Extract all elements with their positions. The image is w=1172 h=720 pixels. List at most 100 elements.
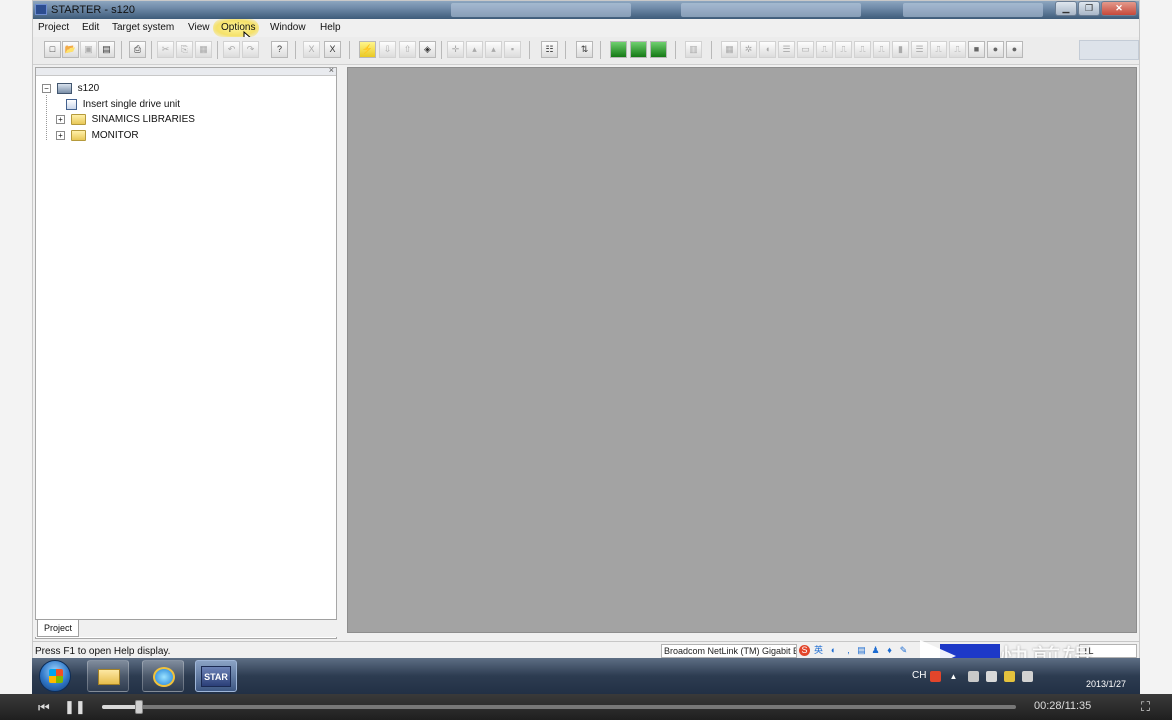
ime-tools-icon[interactable]: ✎: [898, 645, 909, 656]
taskbar-starter[interactable]: STAR: [195, 660, 237, 692]
stop2-icon[interactable]: ●: [1006, 41, 1023, 58]
folder-icon: [70, 130, 86, 141]
online-icon[interactable]: ◈: [419, 41, 436, 58]
seek-bar[interactable]: [102, 700, 1016, 714]
redo-icon[interactable]: ↷: [242, 41, 259, 58]
pause-icon[interactable]: ❚❚: [64, 699, 86, 715]
power-tray-icon[interactable]: [1004, 671, 1015, 682]
tool5-icon[interactable]: ▭: [797, 41, 814, 58]
save-icon[interactable]: ▣: [80, 41, 97, 58]
tray-date[interactable]: 2013/1/27: [1086, 679, 1126, 689]
menu-view[interactable]: View: [188, 22, 210, 33]
menu-target-system[interactable]: Target system: [112, 22, 174, 33]
menu-project[interactable]: Project: [38, 22, 69, 33]
copy-icon[interactable]: ⎘: [176, 41, 193, 58]
tool2-icon[interactable]: ✲: [740, 41, 757, 58]
collapse-icon[interactable]: −: [42, 84, 51, 93]
print-preview-icon[interactable]: ▥: [685, 41, 702, 58]
adjust-icon[interactable]: ⇅: [576, 41, 593, 58]
toolbar-extension-area: [1079, 40, 1139, 60]
tool13-icon[interactable]: ⎍: [949, 41, 966, 58]
network-tray-icon[interactable]: [986, 671, 997, 682]
tree-item-sinamics-libraries[interactable]: + SINAMICS LIBRARIES: [56, 114, 195, 129]
tool10-icon[interactable]: ▮: [892, 41, 909, 58]
x-sub-icon[interactable]: X: [324, 41, 341, 58]
close-icon[interactable]: ×: [329, 65, 334, 75]
seek-handle[interactable]: [134, 700, 143, 714]
tool3-icon[interactable]: ◖: [759, 41, 776, 58]
undo-icon[interactable]: ↶: [223, 41, 240, 58]
explorer-icon: [98, 669, 120, 685]
help-pointer-icon[interactable]: ?: [271, 41, 288, 58]
tree-item-monitor[interactable]: + MONITOR: [56, 130, 139, 145]
tool11-icon[interactable]: ☰: [911, 41, 928, 58]
tool1-icon[interactable]: ▦: [721, 41, 738, 58]
taskbar-explorer[interactable]: [87, 660, 129, 692]
fullscreen-icon[interactable]: ⛶: [1141, 699, 1150, 715]
sogou-tray-icon[interactable]: [930, 671, 941, 682]
navigator-header: ×: [36, 65, 336, 76]
panel-c-icon[interactable]: [650, 41, 667, 58]
menu-help[interactable]: Help: [320, 22, 341, 33]
tool12-icon[interactable]: ⎍: [930, 41, 947, 58]
ime-keyboard-icon[interactable]: ▤: [856, 645, 867, 656]
load-device-icon[interactable]: ▴: [466, 41, 483, 58]
ime-skin-icon[interactable]: ♦: [884, 645, 895, 656]
title-bar: STARTER - s120 ▁ ❐ ✕: [33, 1, 1139, 19]
panel-b-icon[interactable]: [630, 41, 647, 58]
panel-a-icon[interactable]: [610, 41, 627, 58]
taskbar-ie[interactable]: [142, 660, 184, 692]
upload-icon[interactable]: ⇧: [399, 41, 416, 58]
ime-user-icon[interactable]: ♟: [870, 645, 881, 656]
tool9-icon[interactable]: ⎍: [873, 41, 890, 58]
open-icon[interactable]: 📂: [62, 41, 79, 58]
load-cpu-icon[interactable]: ▴: [485, 41, 502, 58]
ime-lang-icon[interactable]: 英: [813, 645, 824, 656]
ime-moon-icon[interactable]: ◐: [828, 645, 839, 656]
download-icon[interactable]: ⇩: [379, 41, 396, 58]
tray-language[interactable]: CH: [912, 670, 926, 681]
tool8-icon[interactable]: ⎍: [854, 41, 871, 58]
save-compile-icon[interactable]: ▤: [98, 41, 115, 58]
cut-icon[interactable]: ✂: [157, 41, 174, 58]
volume-icon[interactable]: [1022, 671, 1033, 682]
menu-window[interactable]: Window: [270, 22, 306, 33]
action-center-icon[interactable]: [968, 671, 979, 682]
minimize-button[interactable]: ▁: [1055, 1, 1077, 16]
toolbar-separator: [600, 41, 601, 59]
insert-drive-icon: [66, 99, 77, 110]
new-icon[interactable]: □: [44, 41, 61, 58]
tree-item-label: MONITOR: [91, 130, 139, 142]
stop-icon[interactable]: ■: [968, 41, 985, 58]
tool7-icon[interactable]: ⎍: [835, 41, 852, 58]
device-table-icon[interactable]: ☷: [541, 41, 558, 58]
toolbar-separator: [441, 41, 442, 59]
x-icon[interactable]: X: [303, 41, 320, 58]
tool6-icon[interactable]: ⎍: [816, 41, 833, 58]
toolbar-separator: [349, 41, 350, 59]
previous-icon[interactable]: ⏮: [38, 700, 50, 716]
paste-icon[interactable]: ▦: [195, 41, 212, 58]
tray-expand-icon[interactable]: ▲: [948, 671, 959, 682]
project-navigator: × − s120 Insert single drive unit + SINA…: [35, 65, 337, 639]
maximize-button[interactable]: ❐: [1078, 1, 1100, 16]
workspace-area[interactable]: [347, 67, 1137, 633]
move-icon[interactable]: ✛: [447, 41, 464, 58]
connect-icon[interactable]: ⚡: [359, 41, 376, 58]
menu-edit[interactable]: Edit: [82, 22, 99, 33]
load-ram-icon[interactable]: ▪: [504, 41, 521, 58]
tree-root-s120[interactable]: − s120: [42, 83, 99, 98]
tab-project[interactable]: Project: [37, 620, 79, 637]
expand-icon[interactable]: +: [56, 131, 65, 140]
print-icon[interactable]: ⎙: [129, 41, 146, 58]
sogou-icon[interactable]: S: [799, 645, 810, 656]
tree-item-insert-drive[interactable]: Insert single drive unit: [66, 99, 180, 114]
tool4-icon[interactable]: ☰: [778, 41, 795, 58]
close-button[interactable]: ✕: [1101, 1, 1137, 16]
record-icon[interactable]: ●: [987, 41, 1004, 58]
start-button[interactable]: [39, 660, 71, 692]
ime-punct-icon[interactable]: ,: [843, 645, 854, 656]
windows-taskbar: STAR CH ▲ 2013/1/27: [32, 658, 1140, 694]
expand-icon[interactable]: +: [56, 115, 65, 124]
system-tray: CH ▲ 2013/1/27: [912, 662, 1132, 692]
